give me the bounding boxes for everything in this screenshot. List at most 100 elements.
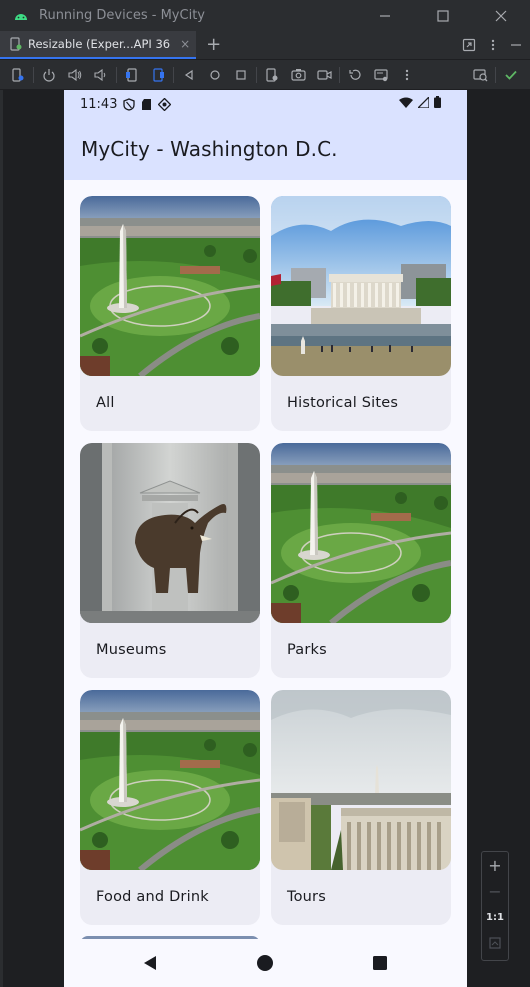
category-card-parks[interactable]: Parks [271, 443, 451, 678]
tab-label: Resizable (Exper...API 36 [28, 37, 171, 51]
layout-inspector-icon [472, 68, 487, 81]
treasury-view-photo [271, 690, 451, 870]
add-device-button[interactable]: + [206, 36, 221, 54]
separator [339, 66, 340, 83]
tab-close-button[interactable]: × [180, 37, 190, 51]
close-window-button[interactable] [472, 0, 530, 31]
separator [33, 66, 34, 83]
device-state-icon [12, 67, 24, 82]
separator [495, 66, 496, 83]
volume-down-button[interactable] [88, 62, 114, 88]
more-toolbar-options[interactable] [394, 62, 420, 88]
device-toolbar [0, 60, 530, 89]
window-titlebar: Running Devices - MyCity [0, 0, 530, 31]
device-icon [10, 37, 22, 51]
washington-monument-photo [271, 443, 451, 623]
screenshot-button[interactable] [285, 62, 311, 88]
more-options-icon[interactable] [490, 38, 496, 52]
more-vertical-icon [405, 69, 409, 80]
zoom-controls: + − 1:1 [481, 851, 509, 961]
fit-screen-icon [489, 937, 501, 949]
actual-size-button[interactable]: 1:1 [482, 904, 508, 930]
app-title: MyCity - Washington D.C. [81, 137, 338, 161]
volume-up-button[interactable] [62, 62, 88, 88]
category-label: Parks [287, 642, 327, 658]
home-circle-icon [210, 69, 220, 80]
status-time: 11:43 [80, 96, 118, 112]
signal-icon [418, 96, 429, 108]
hide-panel-icon[interactable] [510, 38, 522, 52]
category-label: Museums [96, 642, 167, 658]
volume-down-icon [94, 68, 106, 81]
data-saver-icon [158, 97, 172, 111]
device-screen[interactable]: 11:43 MyCity - Washington D.C. All Histo… [64, 90, 467, 987]
system-navigation-bar [64, 939, 467, 987]
overview-button[interactable] [228, 62, 254, 88]
zoom-in-button[interactable]: + [482, 852, 508, 878]
nav-recents-button[interactable] [368, 951, 392, 975]
folding-controls-button[interactable] [259, 62, 285, 88]
minimize-icon [380, 14, 390, 17]
separator [116, 66, 117, 83]
fold-device-icon [266, 67, 278, 82]
fit-to-window-button[interactable] [482, 930, 508, 956]
back-triangle-icon [184, 69, 193, 80]
home-button[interactable] [202, 62, 228, 88]
extended-controls-icon [374, 68, 388, 81]
wifi-icon [399, 97, 413, 108]
screen-record-button[interactable] [311, 62, 337, 88]
device-state-button[interactable] [5, 62, 31, 88]
category-card-tours[interactable]: Tours [271, 690, 451, 925]
snapshots-button[interactable] [342, 62, 368, 88]
nav-back-button[interactable] [138, 951, 162, 975]
washington-monument-photo [80, 196, 260, 376]
back-button[interactable] [176, 62, 202, 88]
minimize-button[interactable] [356, 0, 414, 31]
category-label: Food and Drink [96, 889, 209, 905]
tab-resizable-device[interactable]: Resizable (Exper...API 36 × [0, 31, 197, 59]
rotate-right-icon [153, 67, 164, 82]
sd-card-icon [141, 98, 152, 111]
maximize-icon [437, 9, 449, 22]
category-card-museums[interactable]: Museums [80, 443, 260, 678]
lincoln-memorial-photo [271, 196, 451, 376]
museum-elephant-photo [80, 443, 260, 623]
separator [256, 66, 257, 83]
separator [173, 66, 174, 83]
recents-square-icon [373, 956, 387, 970]
home-circle-icon [257, 955, 273, 971]
volume-up-icon [68, 68, 82, 81]
android-icon [15, 13, 27, 20]
top-app-bar: MyCity - Washington D.C. [64, 118, 467, 180]
zoom-out-button[interactable]: − [482, 878, 508, 904]
layout-inspector-button[interactable] [467, 62, 493, 88]
category-card-historical-sites[interactable]: Historical Sites [271, 196, 451, 431]
snapshot-history-icon [349, 69, 361, 80]
app-running-status [498, 62, 524, 88]
rotate-right-button[interactable] [145, 62, 171, 88]
device-tab-bar: Resizable (Exper...API 36 × + [0, 31, 530, 60]
window-title: Running Devices - MyCity [39, 8, 205, 23]
nav-home-button[interactable] [253, 951, 277, 975]
shield-icon [123, 97, 136, 111]
power-button[interactable] [36, 62, 62, 88]
checkmark-icon [505, 70, 517, 80]
left-gutter [0, 90, 3, 987]
video-camera-icon [316, 69, 332, 80]
category-label: All [96, 395, 115, 411]
extended-controls-button[interactable] [368, 62, 394, 88]
battery-icon [434, 96, 441, 108]
power-icon [43, 68, 55, 82]
category-label: Historical Sites [287, 395, 399, 411]
camera-icon [290, 68, 306, 81]
rotate-left-button[interactable] [119, 62, 145, 88]
back-triangle-icon [144, 956, 156, 970]
category-card-all[interactable]: All [80, 196, 260, 431]
rotate-left-icon [126, 67, 137, 82]
device-mirroring-icon[interactable] [462, 38, 476, 52]
maximize-button[interactable] [414, 0, 472, 31]
status-bar: 11:43 [64, 90, 467, 118]
category-label: Tours [287, 889, 326, 905]
overview-square-icon [236, 69, 246, 80]
category-card-food-and-drink[interactable]: Food and Drink [80, 690, 260, 925]
